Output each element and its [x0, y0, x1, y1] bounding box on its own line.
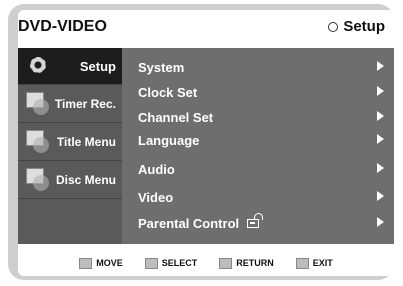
sidebar-item-disc-menu[interactable]: Disc Menu	[18, 162, 122, 198]
menu-item-video[interactable]: Video	[138, 186, 384, 208]
sidebar-item-label: Timer Rec.	[54, 97, 116, 111]
return-key-icon	[219, 257, 233, 269]
menu-item-label: Audio	[138, 161, 175, 177]
menu-item-system[interactable]: System	[138, 56, 384, 78]
arrow-right-icon	[377, 61, 384, 71]
arrow-right-icon	[377, 163, 384, 173]
ring-icon	[328, 21, 339, 32]
arrow-right-icon	[377, 134, 384, 144]
setup-menu: System Clock Set Channel Set Language Au…	[138, 48, 384, 244]
menu-item-clock-set[interactable]: Clock Set	[138, 81, 384, 103]
menu-key-icon	[295, 257, 309, 269]
hint-return: RETURN	[219, 257, 274, 269]
key-guide: MOVE SELECT RETURN EXIT	[18, 252, 394, 274]
enter-key-icon	[144, 257, 158, 269]
hint-exit: EXIT	[295, 257, 333, 269]
sidebar-item-label: Disc Menu	[55, 173, 116, 187]
menu-item-language[interactable]: Language	[138, 129, 384, 151]
sidebar-item-title-menu[interactable]: Title Menu	[18, 124, 122, 160]
menu-item-label: Clock Set	[138, 84, 198, 100]
mode-label: Setup	[343, 18, 385, 35]
menu-item-label: System	[138, 59, 185, 75]
divider	[18, 84, 122, 85]
menu-item-label: Parental Control	[138, 215, 240, 231]
sidebar-item-label: Title Menu	[56, 135, 116, 149]
menu-item-label: Language	[138, 132, 200, 148]
lock-icon	[247, 212, 264, 228]
menu-item-audio[interactable]: Audio	[138, 158, 384, 180]
sidebar-item-timer-rec[interactable]: Timer Rec.	[18, 86, 122, 122]
arrow-right-icon	[377, 191, 384, 201]
timer-rec-icon	[26, 92, 49, 115]
divider	[18, 198, 122, 199]
disc-menu-icon	[26, 168, 49, 191]
menu-item-label: Video	[138, 189, 174, 205]
arrow-right-icon	[377, 86, 384, 96]
updown-key-icon	[79, 257, 93, 269]
mode-indicator: Setup	[328, 18, 385, 35]
gear-icon	[28, 55, 48, 75]
sidebar: Setup Timer Rec. Title Menu Disc Menu	[18, 48, 122, 244]
menu-item-label: Channel Set	[138, 109, 214, 125]
arrow-right-icon	[377, 217, 384, 227]
sidebar-item-label: Setup	[79, 58, 116, 74]
osd-title: DVD-VIDEO	[18, 18, 107, 35]
hint-select: SELECT	[144, 257, 197, 269]
arrow-right-icon	[377, 111, 384, 121]
title-menu-icon	[26, 130, 49, 153]
menu-item-parental-control[interactable]: Parental Control	[138, 212, 384, 234]
hint-move: MOVE	[79, 257, 123, 269]
divider	[18, 160, 122, 161]
menu-item-channel-set[interactable]: Channel Set	[138, 106, 384, 128]
menu-panel: Setup Timer Rec. Title Menu Disc Menu Sy…	[18, 48, 394, 244]
sidebar-item-setup[interactable]: Setup	[18, 48, 122, 84]
divider	[18, 122, 122, 123]
